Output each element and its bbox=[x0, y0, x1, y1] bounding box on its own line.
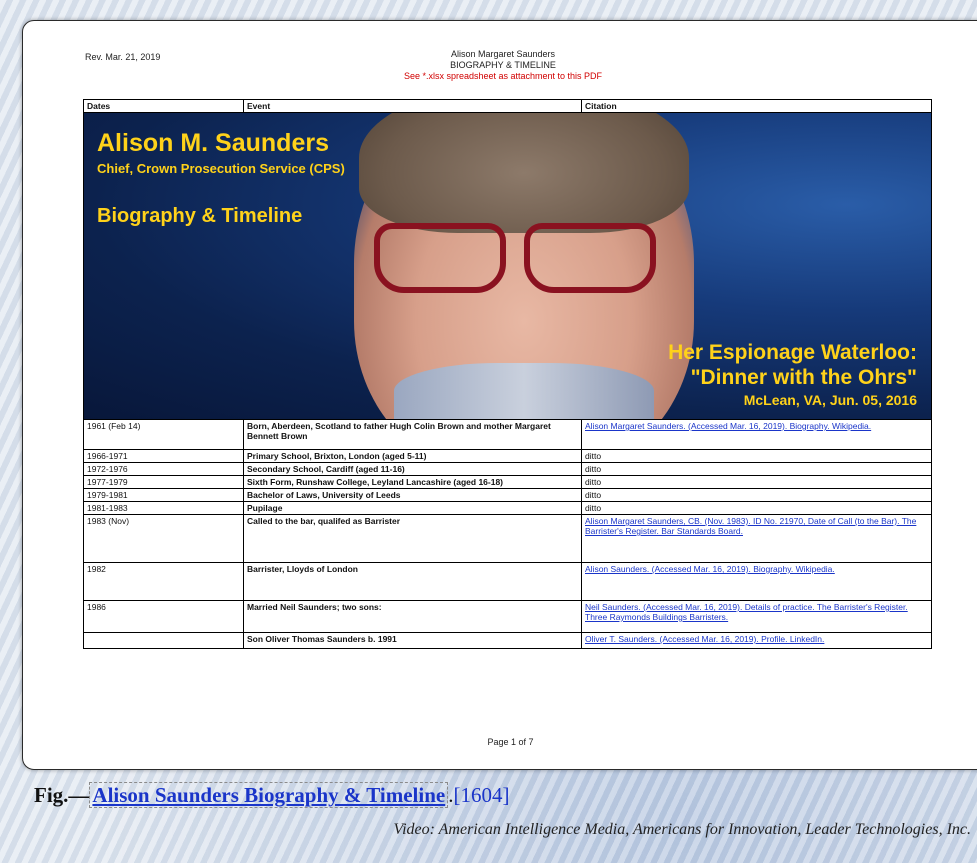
date-cell: 1961 (Feb 14) bbox=[83, 419, 244, 450]
citation-cell: Oliver T. Saunders. (Accessed Mar. 16, 2… bbox=[581, 632, 932, 649]
table-row: 1981-1983 Pupilage ditto bbox=[83, 501, 932, 515]
citation-cell: ditto bbox=[581, 462, 932, 476]
table-row: 1983 (Nov) Called to the bar, qualifed as… bbox=[83, 514, 932, 563]
table-header-row: Dates Event Citation bbox=[83, 99, 932, 113]
document-title-block: Alison Margaret Saunders BIOGRAPHY & TIM… bbox=[353, 49, 653, 82]
date-cell: 1979-1981 bbox=[83, 488, 244, 502]
event-cell: Pupilage bbox=[243, 501, 582, 515]
revision-date: Rev. Mar. 21, 2019 bbox=[85, 52, 161, 62]
hero-headline-1: Her Espionage Waterloo: bbox=[668, 341, 917, 364]
document-frame: Rev. Mar. 21, 2019 Alison Margaret Saund… bbox=[22, 20, 977, 770]
citation-cell: ditto bbox=[581, 488, 932, 502]
date-cell: 1977-1979 bbox=[83, 475, 244, 489]
citation-cell: Neil Saunders. (Accessed Mar. 16, 2019).… bbox=[581, 600, 932, 633]
table-row: 1986 Married Neil Saunders; two sons: Neil… bbox=[83, 600, 932, 633]
hero-subtitle: Biography & Timeline bbox=[97, 205, 303, 227]
portrait-hair bbox=[359, 113, 689, 233]
footnote-ref-link[interactable]: [1604] bbox=[453, 783, 509, 807]
citation-link[interactable]: Alison Saunders. (Accessed Mar. 16, 2019… bbox=[585, 564, 835, 574]
table-row: 1966-1971 Primary School, Brixton, London… bbox=[83, 449, 932, 463]
event-cell: Born, Aberdeen, Scotland to father Hugh … bbox=[243, 419, 582, 450]
column-header-dates: Dates bbox=[83, 99, 244, 113]
date-cell: 1986 bbox=[83, 600, 244, 633]
citation-text: ditto bbox=[585, 490, 602, 500]
hero-place-date: McLean, VA, Jun. 05, 2016 bbox=[743, 392, 917, 408]
date-cell: 1982 bbox=[83, 562, 244, 601]
table-row: 1982 Barrister, Lloyds of London Alison Sa… bbox=[83, 562, 932, 601]
citation-cell: ditto bbox=[581, 449, 932, 463]
table-row: 1972-1976 Secondary School, Cardiff (aged… bbox=[83, 462, 932, 476]
date-cell bbox=[83, 632, 244, 649]
citation-link[interactable]: Alison Margaret Saunders, CB. (Nov. 1983… bbox=[585, 516, 916, 536]
page-number: Page 1 of 7 bbox=[487, 737, 534, 747]
document-subtitle: BIOGRAPHY & TIMELINE bbox=[450, 60, 556, 70]
hero-role: Chief, Crown Prosecution Service (CPS) bbox=[97, 161, 345, 176]
citation-link[interactable]: Oliver T. Saunders. (Accessed Mar. 16, 2… bbox=[585, 634, 824, 644]
table-row: 1977-1979 Sixth Form, Runshaw College, Le… bbox=[83, 475, 932, 489]
event-cell: Primary School, Brixton, London (aged 5-… bbox=[243, 449, 582, 463]
hero-cell: Alison M. Saunders Chief, Crown Prosecut… bbox=[83, 112, 932, 420]
hero-row: Alison M. Saunders Chief, Crown Prosecut… bbox=[83, 112, 932, 420]
citation-text: ditto bbox=[585, 503, 602, 513]
document-title: Alison Margaret Saunders bbox=[450, 49, 556, 59]
citation-link[interactable]: Alison Margaret Saunders. (Accessed Mar.… bbox=[585, 421, 871, 431]
citation-link[interactable]: Neil Saunders. (Accessed Mar. 16, 2019).… bbox=[585, 602, 908, 622]
hero-name: Alison M. Saunders bbox=[97, 129, 329, 157]
date-cell: 1972-1976 bbox=[83, 462, 244, 476]
event-cell: Barrister, Lloyds of London bbox=[243, 562, 582, 601]
event-cell: Sixth Form, Runshaw College, Leyland Lan… bbox=[243, 475, 582, 489]
event-cell: Bachelor of Laws, University of Leeds bbox=[243, 488, 582, 502]
hero-banner: Alison M. Saunders Chief, Crown Prosecut… bbox=[84, 113, 931, 419]
caption-label: Fig.— bbox=[34, 783, 90, 807]
attachment-note: See *.xlsx spreadsheet as attachment to … bbox=[403, 71, 603, 81]
portrait-glasses bbox=[374, 223, 664, 293]
event-cell: Married Neil Saunders; two sons: bbox=[243, 600, 582, 633]
portrait-jacket bbox=[394, 363, 654, 419]
citation-text: ditto bbox=[585, 464, 602, 474]
timeline-table: Dates Event Citation Alison M. Saunders … bbox=[83, 99, 932, 649]
citation-text: ditto bbox=[585, 477, 602, 487]
table-row: 1961 (Feb 14) Born, Aberdeen, Scotland to… bbox=[83, 419, 932, 450]
citation-cell: Alison Saunders. (Accessed Mar. 16, 2019… bbox=[581, 562, 932, 601]
citation-cell: ditto bbox=[581, 501, 932, 515]
citation-cell: Alison Margaret Saunders, CB. (Nov. 1983… bbox=[581, 514, 932, 563]
column-header-event: Event bbox=[243, 99, 582, 113]
date-cell: 1983 (Nov) bbox=[83, 514, 244, 563]
event-cell: Son Oliver Thomas Saunders b. 1991 bbox=[243, 632, 582, 649]
date-cell: 1981-1983 bbox=[83, 501, 244, 515]
table-row: Son Oliver Thomas Saunders b. 1991 Oliver… bbox=[83, 632, 932, 649]
figure-caption: Fig.— Alison Saunders Biography & Timelin… bbox=[34, 782, 509, 808]
citation-cell: ditto bbox=[581, 475, 932, 489]
column-header-citation: Citation bbox=[581, 99, 932, 113]
citation-cell: Alison Margaret Saunders. (Accessed Mar.… bbox=[581, 419, 932, 450]
citation-text: ditto bbox=[585, 451, 602, 461]
date-cell: 1966-1971 bbox=[83, 449, 244, 463]
event-cell: Called to the bar, qualifed as Barrister bbox=[243, 514, 582, 563]
hero-headline-2: "Dinner with the Ohrs" bbox=[690, 366, 917, 389]
table-row: 1979-1981 Bachelor of Laws, University of… bbox=[83, 488, 932, 502]
event-cell: Secondary School, Cardiff (aged 11-16) bbox=[243, 462, 582, 476]
caption-link[interactable]: Alison Saunders Biography & Timeline bbox=[89, 782, 449, 808]
video-credit: Video: American Intelligence Media, Amer… bbox=[393, 821, 971, 838]
